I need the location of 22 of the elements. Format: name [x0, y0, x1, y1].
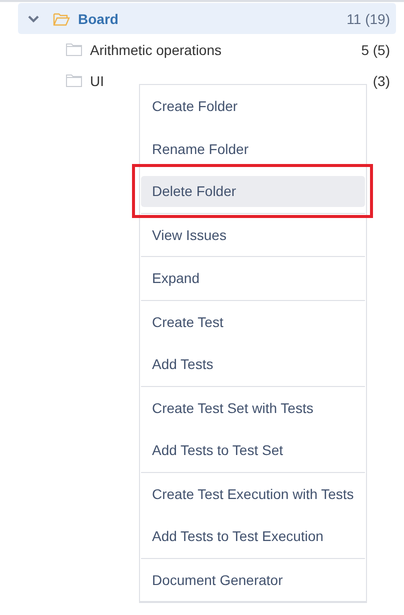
menu-item[interactable]: Rename Folder	[141, 133, 365, 164]
item-count: (3)	[372, 72, 390, 88]
menu-item[interactable]: Create Folder	[141, 90, 365, 122]
menu-item[interactable]: Create Test	[141, 306, 365, 338]
menu-item[interactable]: Add Tests to Test Set	[141, 434, 365, 466]
tree-row[interactable]: Board 11 (19)	[18, 3, 396, 34]
folder-name: Board	[78, 10, 120, 26]
menu-item[interactable]: Create Test Set with Tests	[141, 392, 365, 424]
menu-item[interactable]: Create Test Execution with Tests	[141, 478, 365, 510]
menu-item[interactable]: Expand	[141, 262, 365, 294]
menu-item[interactable]: Document Generator	[141, 564, 365, 596]
menu-item[interactable]: Delete Folder	[141, 176, 365, 207]
menu-item[interactable]: View Issues	[141, 219, 365, 250]
item-count: 5 (5)	[361, 42, 390, 58]
folder-name[interactable]: Arithmetic operations	[90, 42, 362, 58]
folder-icon	[53, 12, 70, 26]
menu-item[interactable]: Add Tests to Test Execution	[141, 520, 365, 552]
item-count: 11 (19)	[346, 10, 390, 26]
chevron-down-icon[interactable]	[28, 14, 39, 22]
folder-icon	[66, 43, 82, 56]
folder-icon	[66, 74, 82, 87]
menu-item[interactable]: Add Tests	[141, 348, 365, 380]
